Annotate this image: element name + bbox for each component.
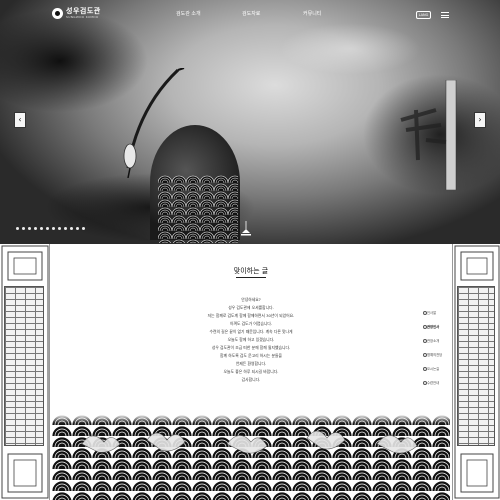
greeting-line: 언제든 환영합니다. bbox=[235, 361, 267, 366]
greeting-section: 맞이하는 글 안녕하세요? 성우 검도관에 오셔를합니다. 저는 함께로 검도계… bbox=[0, 244, 500, 500]
sub-nav-item[interactable]: 수련안내 bbox=[423, 380, 445, 385]
slide-dot[interactable] bbox=[28, 227, 31, 230]
greeting-line: 오늘도 좋은 하루 되시길 바랍니다. bbox=[223, 369, 279, 374]
slide-dot[interactable] bbox=[40, 227, 43, 230]
slide-dot[interactable] bbox=[22, 227, 25, 230]
sub-nav-item-active[interactable]: 관장인사 bbox=[423, 324, 445, 329]
slide-dot[interactable] bbox=[52, 227, 55, 230]
greeting-line: 감사합니다. bbox=[241, 377, 261, 382]
sub-nav-item[interactable]: 인사말 bbox=[423, 310, 445, 315]
greeting-text: 안녕하세요? 성우 검도관에 오셔를합니다. 저는 함께로 검도계 함께 함께하… bbox=[52, 296, 450, 384]
slide-dot[interactable] bbox=[76, 227, 79, 230]
slide-dot[interactable] bbox=[82, 227, 85, 230]
sub-nav-item[interactable]: 오시는길 bbox=[423, 366, 445, 371]
scroll-down-icon[interactable] bbox=[241, 221, 251, 237]
sub-nav: 인사말 관장인사 관장소개 명예의전당 오시는길 수련안내 bbox=[423, 310, 445, 394]
section-title: 맞이하는 글 bbox=[233, 267, 269, 275]
right-lattice-wall bbox=[452, 244, 500, 500]
lang-button[interactable]: LANG bbox=[416, 11, 431, 19]
wave-pattern bbox=[158, 175, 238, 243]
nav-item-about[interactable]: 검도관 소개 bbox=[176, 10, 201, 17]
nav-item-resources[interactable]: 검도자료 bbox=[242, 10, 260, 17]
slide-dot[interactable] bbox=[16, 227, 19, 230]
left-lattice-wall bbox=[0, 244, 50, 500]
title-divider bbox=[236, 277, 266, 278]
slide-dot[interactable] bbox=[46, 227, 49, 230]
greeting-line: 성우 검도관에 오셔를합니다. bbox=[228, 305, 274, 310]
slide-dot[interactable] bbox=[64, 227, 67, 230]
slide-dot[interactable] bbox=[34, 227, 37, 230]
hamburger-menu-icon[interactable] bbox=[441, 12, 449, 18]
greeting-line: 아껴도 검도가 어렵습니다. bbox=[229, 321, 273, 326]
sub-nav-item[interactable]: 명예의전당 bbox=[423, 352, 445, 357]
site-header: 성우검도관 SUNGWOO KUMDO 검도관 소개 검도자료 커뮤니티 LAN… bbox=[0, 0, 500, 28]
hero-banner: 성우검도관 SUNGWOO KUMDO 검도관 소개 검도자료 커뮤니티 LAN… bbox=[0, 0, 500, 244]
greeting-line: 오늘도 함께 하고 있겠습니다. bbox=[227, 337, 275, 342]
greeting-line: 함께 하도록 검도 운고리 하시는 분들을 bbox=[220, 353, 282, 358]
brick-pattern bbox=[4, 286, 44, 446]
calligraphy-scroll bbox=[400, 80, 457, 190]
slide-dot[interactable] bbox=[58, 227, 61, 230]
slide-dot[interactable] bbox=[70, 227, 73, 230]
bottom-wave-pattern bbox=[52, 414, 450, 500]
slide-pagination bbox=[16, 227, 85, 230]
greeting-line: 안녕하세요? bbox=[241, 297, 261, 302]
sub-nav-item[interactable]: 관장소개 bbox=[423, 338, 445, 343]
brick-pattern bbox=[457, 286, 495, 446]
greeting-line: 수련의 길은 끝이 없기 때문입니다. 계속 다른 맛나게 bbox=[209, 329, 293, 334]
greeting-line: 성우 검도관이 조금 떠한 분께 함께 될지했습니다. bbox=[211, 345, 291, 350]
next-slide-button[interactable]: › bbox=[474, 112, 486, 128]
greeting-line: 저는 함께로 검도계 함께 함께하면서 30년이 되었어요. bbox=[207, 313, 295, 318]
prev-slide-button[interactable]: ‹ bbox=[14, 112, 26, 128]
nav-item-community[interactable]: 커뮤니티 bbox=[303, 10, 321, 17]
